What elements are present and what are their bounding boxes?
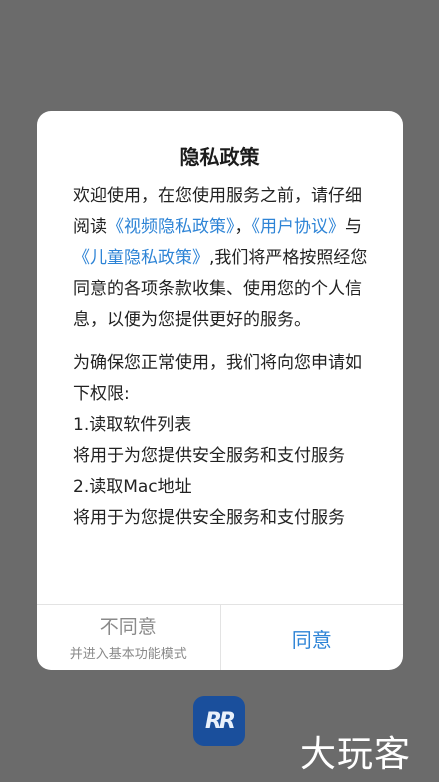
permission-1-desc: 将用于为您提供安全服务和支付服务: [73, 446, 345, 466]
user-agreement-link[interactable]: 《用户协议》: [252, 217, 346, 237]
dialog-title: 隐私政策: [179, 145, 260, 169]
watermark-logo: 大玩客: [300, 734, 412, 775]
disagree-button[interactable]: 不同意 并进入基本功能模式: [37, 605, 221, 670]
privacy-dialog: 欢迎使用，在您使用服务之前，请仔细阅读《视频隐私政策》，《用户协议》与《儿童隐私…: [37, 111, 403, 670]
child-privacy-policy-link[interactable]: 《儿童隐私政策》: [73, 248, 209, 268]
permission-1-title: 1.读取软件列表: [73, 415, 192, 435]
app-logo-icon: RR: [193, 696, 245, 746]
agree-button[interactable]: 同意: [221, 605, 404, 670]
dialog-button-bar: 不同意 并进入基本功能模式 同意: [37, 604, 403, 670]
disagree-sublabel: 并进入基本功能模式: [69, 646, 187, 662]
disagree-label: 不同意: [99, 615, 157, 638]
permission-2-desc: 将用于为您提供安全服务和支付服务: [73, 508, 345, 528]
intro-separator-1: ，: [234, 217, 252, 237]
video-privacy-policy-link[interactable]: 《视频隐私政策》: [107, 217, 235, 237]
privacy-content[interactable]: 欢迎使用，在您使用服务之前，请仔细阅读《视频隐私政策》，《用户协议》与《儿童隐私…: [73, 181, 369, 604]
agree-label: 同意: [291, 627, 332, 652]
intro-paragraph: 欢迎使用，在您使用服务之前，请仔细阅读《视频隐私政策》，《用户协议》与《儿童隐私…: [73, 181, 369, 336]
permission-2-title: 2.读取Mac地址: [73, 477, 192, 497]
app-logo-glyph: RR: [205, 708, 236, 734]
intro-separator-2: 与: [345, 217, 362, 237]
permissions-intro: 为确保您正常使用，我们将向您申请如下权限:: [73, 353, 362, 404]
